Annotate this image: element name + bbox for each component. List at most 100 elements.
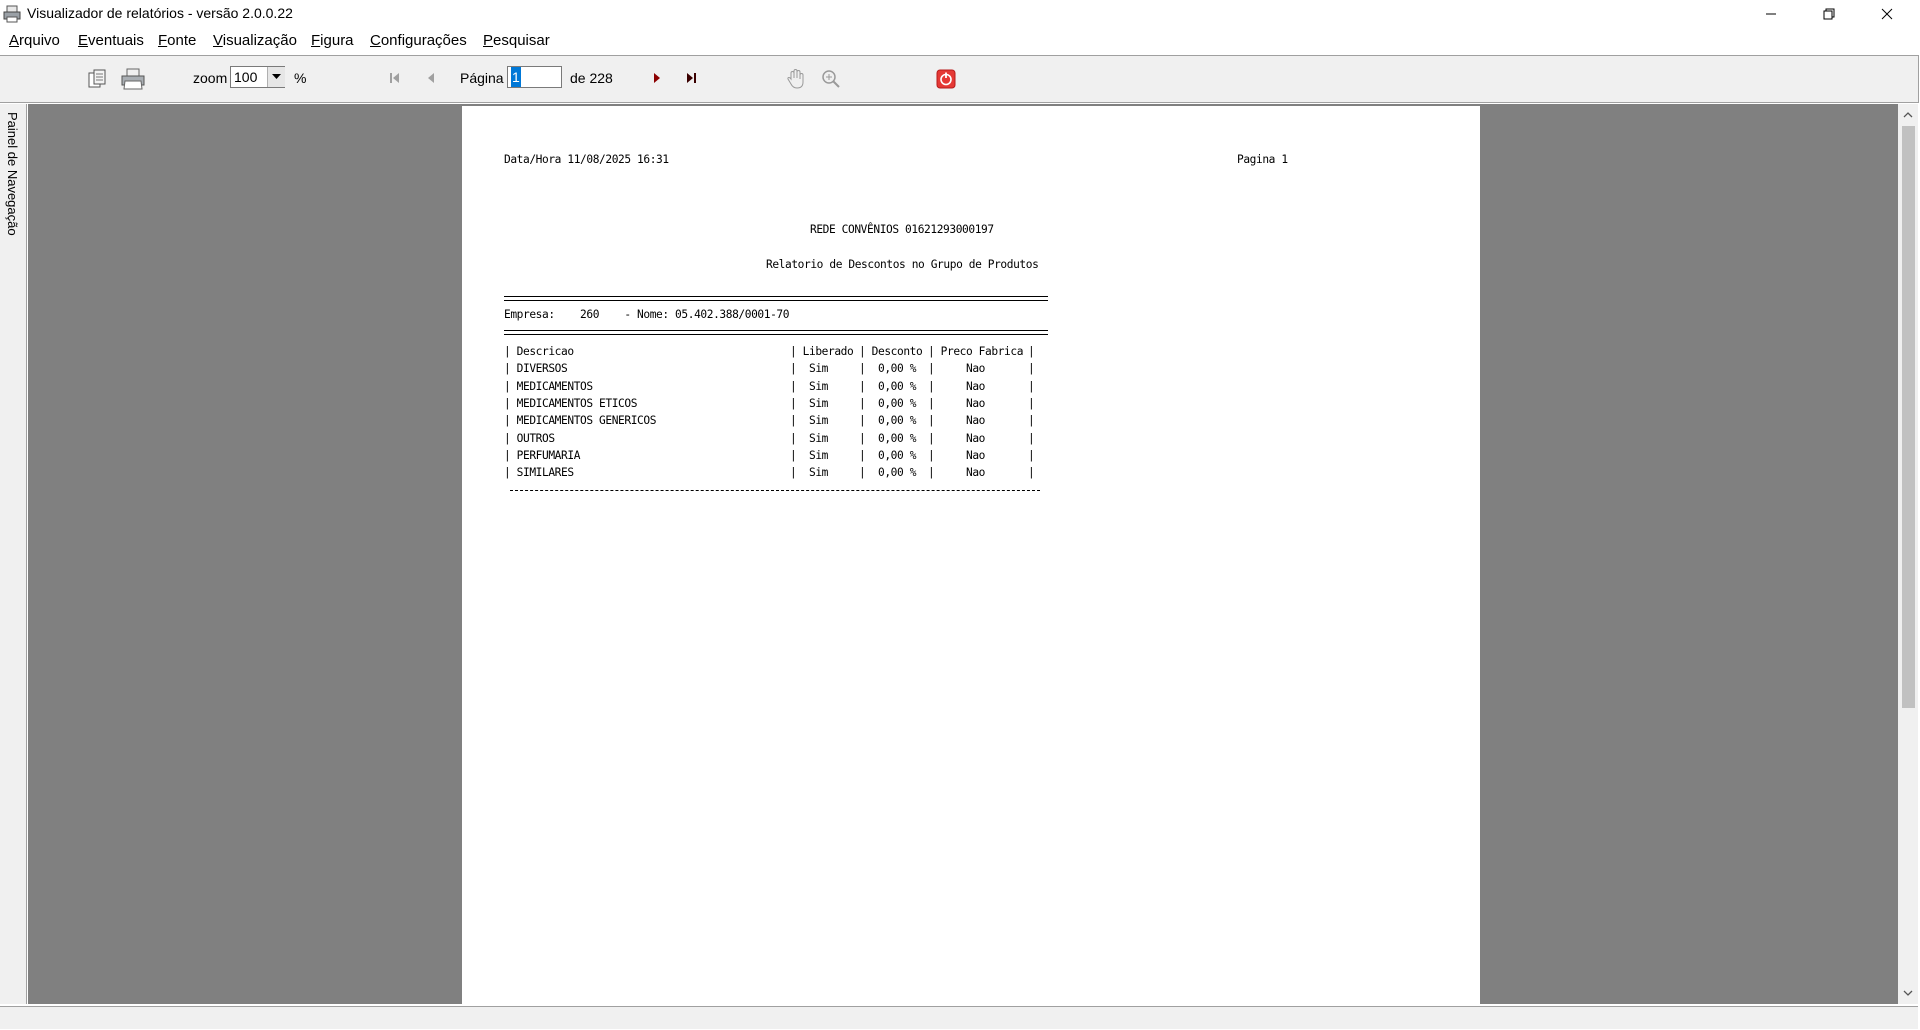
cell-descricao: DIVERSOS (516, 362, 568, 376)
magnifier-zoom-icon (822, 70, 840, 88)
zoom-label: zoom (193, 70, 228, 86)
report-datetime: Data/Hora 11/08/2025 16:31 (504, 153, 669, 166)
cell-descricao: MEDICAMENTOS GENERICOS (516, 414, 657, 428)
restore-button[interactable] (1800, 0, 1858, 28)
previous-page-button[interactable] (425, 71, 437, 89)
cell-descricao: MEDICAMENTOS (516, 379, 593, 393)
hand-icon (787, 68, 804, 89)
menu-eventuais[interactable]: Eventuais (78, 32, 144, 49)
close-button[interactable] (1858, 0, 1916, 28)
menu-bar: Arquivo Eventuais Fonte Visualização Fig… (0, 28, 1920, 54)
status-bar (0, 1006, 1918, 1029)
cell-preco-fabrica: Nao (966, 414, 986, 428)
cell-preco-fabrica: Nao (966, 431, 986, 445)
first-page-icon (390, 73, 399, 83)
table-row: | DIVERSOS | Sim | 0,00 % | Nao | (504, 362, 1035, 376)
menu-figura[interactable]: Figura (311, 32, 354, 49)
chevron-down-icon (272, 74, 281, 79)
report-viewer-window: Visualizador de relatórios - versão 2.0.… (0, 0, 1920, 1030)
last-page-icon (687, 73, 696, 83)
zoom-value: 100 (234, 69, 258, 85)
power-stop-icon (936, 69, 956, 89)
scroll-down-button[interactable] (1898, 984, 1918, 1002)
report-dashed-separator (510, 490, 1040, 491)
printer-app-icon (3, 5, 21, 23)
cell-liberado: Sim (809, 448, 829, 462)
zoom-unit: % (294, 70, 307, 86)
scroll-thumb[interactable] (1902, 126, 1915, 708)
navigation-panel-tab[interactable]: Painel de Navegação (0, 104, 27, 1004)
table-row: | PERFUMARIA | Sim | 0,00 % | Nao | (504, 448, 1035, 462)
cell-desconto: 0,00 % (878, 448, 917, 462)
cell-liberado: Sim (809, 414, 829, 428)
cell-preco-fabrica: Nao (966, 466, 986, 480)
page-number-input[interactable]: 1 (507, 66, 562, 88)
cell-preco-fabrica: Nao (966, 362, 986, 376)
page-total: de 228 (570, 70, 613, 86)
restore-icon (1823, 8, 1835, 20)
pan-tool-button[interactable] (785, 68, 807, 95)
cell-desconto: 0,00 % (878, 414, 917, 428)
next-page-button[interactable] (651, 71, 663, 89)
header-end-pipe: | (1028, 345, 1035, 359)
report-page-number: Pagina 1 (1237, 153, 1288, 166)
print-button[interactable] (120, 67, 146, 96)
zoom-in-button[interactable] (820, 68, 842, 95)
report-viewer-area[interactable]: Data/Hora 11/08/2025 16:31 Pagina 1 REDE… (28, 104, 1898, 1004)
minimize-button[interactable] (1742, 0, 1800, 28)
printer-icon (121, 68, 145, 90)
next-arrow-icon (654, 73, 660, 83)
cell-descricao: OUTROS (516, 431, 555, 445)
menu-arquivo[interactable]: Arquivo (9, 32, 60, 49)
stop-button[interactable] (936, 69, 956, 94)
zoom-dropdown-button[interactable] (267, 67, 285, 87)
cell-descricao: PERFUMARIA (516, 448, 581, 462)
cell-preco-fabrica: Nao (966, 379, 986, 393)
cell-desconto: 0,00 % (878, 466, 917, 480)
cell-liberado: Sim (809, 397, 829, 411)
cell-descricao: SIMILARES (516, 466, 574, 480)
cell-liberado: Sim (809, 431, 829, 445)
chevron-down-icon (1903, 990, 1913, 996)
copy-page-button[interactable] (86, 68, 108, 95)
navigation-panel-label: Painel de Navegação (5, 112, 20, 236)
header-desconto: | Desconto (859, 345, 923, 359)
cell-liberado: Sim (809, 466, 829, 480)
menu-fonte[interactable]: Fonte (158, 32, 196, 49)
last-page-button[interactable] (684, 71, 698, 89)
table-header-row: | Descricao | Liberado | Desconto | Prec… (504, 343, 1035, 360)
table-row: | MEDICAMENTOS ETICOS | Sim | 0,00 % | N… (504, 397, 1035, 411)
title-bar: Visualizador de relatórios - versão 2.0.… (0, 0, 1920, 28)
page-label: Página (460, 70, 504, 86)
table-row: | SIMILARES | Sim | 0,00 % | Nao | (504, 466, 1035, 480)
report-page: Data/Hora 11/08/2025 16:31 Pagina 1 REDE… (462, 106, 1480, 1004)
table-row: | OUTROS | Sim | 0,00 % | Nao | (504, 431, 1035, 445)
report-table: | Descricao | Liberado | Desconto | Prec… (504, 343, 1035, 481)
cell-descricao: MEDICAMENTOS ETICOS (516, 397, 638, 411)
cell-desconto: 0,00 % (878, 379, 917, 393)
scroll-up-button[interactable] (1898, 106, 1918, 124)
menu-visualizacao[interactable]: Visualização (213, 32, 297, 49)
report-double-separator (504, 330, 1048, 335)
header-liberado: | Liberado (790, 345, 854, 359)
menu-pesquisar[interactable]: Pesquisar (483, 32, 550, 49)
header-descricao: | Descricao (504, 345, 574, 359)
menu-configuracoes[interactable]: Configurações (370, 32, 467, 49)
prev-arrow-icon (428, 73, 434, 83)
page-value: 1 (511, 67, 521, 87)
window-title: Visualizador de relatórios - versão 2.0.… (27, 5, 293, 21)
cell-liberado: Sim (809, 362, 829, 376)
minimize-icon (1766, 13, 1776, 15)
cell-preco-fabrica: Nao (966, 397, 986, 411)
first-page-button[interactable] (388, 71, 402, 89)
close-icon (1881, 8, 1893, 20)
cell-preco-fabrica: Nao (966, 448, 986, 462)
chevron-up-icon (1903, 112, 1913, 118)
cell-desconto: 0,00 % (878, 397, 917, 411)
cell-liberado: Sim (809, 379, 829, 393)
toolbar: zoom 100 % Página 1 de 228 (0, 55, 1919, 103)
table-row: | MEDICAMENTOS GENERICOS | Sim | 0,00 % … (504, 414, 1035, 428)
report-empresa-line: Empresa: 260 - Nome: 05.402.388/0001-70 (504, 308, 790, 321)
report-company-title: REDE CONVÊNIOS 01621293000197 (810, 223, 994, 236)
vertical-scrollbar[interactable] (1898, 104, 1918, 1004)
